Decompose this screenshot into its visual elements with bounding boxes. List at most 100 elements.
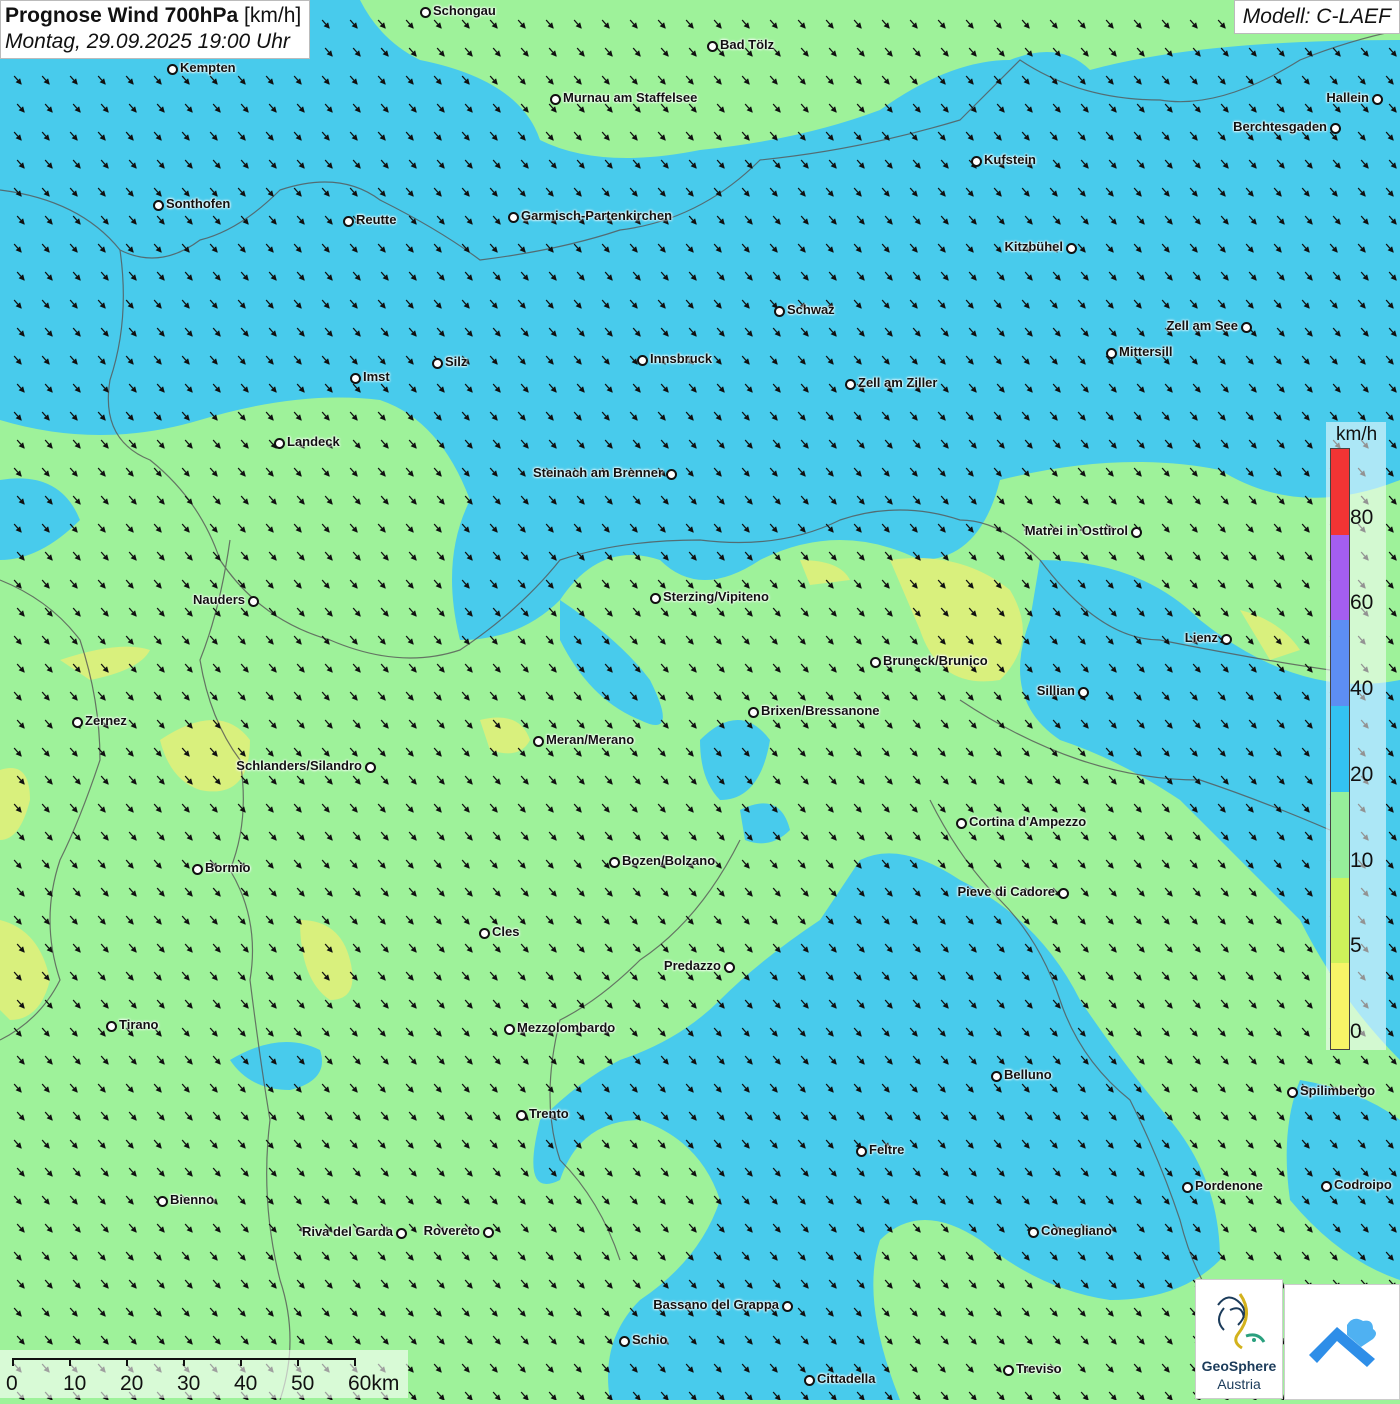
city-label: Tirano — [119, 1017, 159, 1032]
city-marker — [956, 818, 967, 829]
city-marker — [1330, 123, 1341, 134]
city-marker — [248, 596, 259, 607]
city-label: Zell am See — [1166, 318, 1238, 333]
city-marker — [609, 857, 620, 868]
city-marker — [483, 1227, 494, 1238]
legend-color-segment — [1331, 534, 1349, 621]
scale-tick — [126, 1358, 128, 1366]
scale-tick — [12, 1358, 14, 1366]
city-label: Brixen/Bressanone — [761, 703, 880, 718]
legend-color-segment — [1331, 706, 1349, 792]
city-label: Matrei in Osttirol — [1024, 523, 1128, 538]
scale-label: 30 — [177, 1372, 201, 1395]
city-marker — [971, 156, 982, 167]
legend-unit: km/h — [1336, 424, 1378, 445]
scale-bar: 0 10 20 30 40 50 60km — [0, 1350, 408, 1398]
color-legend: km/h 80 60 40 20 10 5 0 — [1326, 422, 1386, 1050]
city-marker — [350, 373, 361, 384]
city-marker — [1287, 1087, 1298, 1098]
legend-tick-label: 20 — [1350, 762, 1374, 786]
geosphere-logo-icon — [1217, 1293, 1266, 1350]
city-marker — [1321, 1181, 1332, 1192]
city-marker — [845, 379, 856, 390]
scale-tick — [240, 1358, 242, 1366]
city-label: Imst — [363, 369, 390, 384]
city-label: Bozen/Bolzano — [622, 853, 716, 868]
city-marker — [508, 212, 519, 223]
city-marker — [274, 438, 285, 449]
city-marker — [153, 200, 164, 211]
city-label: Riva del Garda — [301, 1224, 393, 1239]
city-marker — [1131, 527, 1142, 538]
city-marker — [72, 717, 83, 728]
app-logo[interactable] — [1284, 1284, 1400, 1400]
city-marker — [782, 1301, 793, 1312]
city-label: Rovereto — [423, 1223, 480, 1238]
city-marker — [804, 1375, 815, 1386]
city-label: Sterzing/Vipiteno — [663, 589, 769, 604]
city-label: Codroipo — [1334, 1177, 1392, 1192]
city-marker — [1106, 348, 1117, 359]
legend-tick-label: 60 — [1350, 591, 1374, 615]
city-label: Berchtesgaden — [1233, 119, 1327, 134]
city-label: Reutte — [356, 212, 397, 227]
scale-label: 60km — [348, 1372, 400, 1395]
city-marker — [420, 7, 431, 18]
city-label: Spilimbergo — [1300, 1083, 1376, 1098]
city-label: Nauders — [192, 592, 245, 607]
legend-colorbar — [1330, 448, 1350, 1050]
city-label: Cittadella — [817, 1371, 876, 1386]
scale-tick — [297, 1358, 299, 1366]
city-marker — [396, 1228, 407, 1239]
city-label: Garmisch-Partenkirchen — [521, 208, 673, 223]
city-marker — [1003, 1365, 1014, 1376]
city-marker — [432, 358, 443, 369]
legend-color-segment — [1331, 963, 1349, 1049]
city-label: Bormio — [205, 860, 251, 875]
city-marker — [748, 707, 759, 718]
city-marker — [724, 962, 735, 973]
city-label: Sillian — [1036, 683, 1075, 698]
city-label: Pordenone — [1195, 1178, 1263, 1193]
legend-color-segment — [1331, 877, 1349, 964]
city-label: Meran/Merano — [546, 732, 635, 747]
scale-tick — [69, 1358, 71, 1366]
city-marker — [637, 355, 648, 366]
city-label: Sonthofen — [166, 196, 231, 211]
city-label: Kufstein — [984, 152, 1036, 167]
scale-label: 20 — [120, 1372, 144, 1395]
city-marker — [1241, 322, 1252, 333]
forecast-datetime: Montag, 29.09.2025 19:00 Uhr — [5, 30, 290, 53]
geosphere-logo[interactable]: GeoSphere Austria — [1195, 1279, 1283, 1399]
model-label: Modell: C-LAEF — [1233, 0, 1400, 34]
scale-label: 0 — [6, 1372, 18, 1395]
city-marker — [1078, 687, 1089, 698]
city-marker — [343, 216, 354, 227]
city-marker — [365, 762, 376, 773]
city-label: Trento — [529, 1106, 569, 1121]
city-label: Zell am Ziller — [858, 375, 938, 390]
scale-tick — [183, 1358, 185, 1366]
city-label: Schongau — [433, 3, 496, 18]
logo-subtitle: Austria — [1217, 1376, 1261, 1392]
legend-color-segment — [1331, 791, 1349, 878]
city-label: Schlanders/Silandro — [236, 758, 362, 773]
city-label: Pieve di Cadore — [957, 884, 1055, 899]
city-marker — [619, 1336, 630, 1347]
city-marker — [1066, 243, 1077, 254]
scale-label: 10 — [63, 1372, 87, 1395]
legend-tick-label: 10 — [1350, 848, 1374, 872]
legend-color-segment — [1331, 620, 1349, 707]
map-title: Prognose Wind 700hPa [km/h] — [5, 4, 302, 27]
legend-tick-label: 0 — [1350, 1020, 1362, 1043]
city-marker — [991, 1071, 1002, 1082]
city-label: Conegliano — [1041, 1223, 1112, 1238]
city-marker — [157, 1196, 168, 1207]
city-label: Mittersill — [1119, 344, 1173, 359]
city-label: Cortina d'Ampezzo — [969, 814, 1087, 829]
city-marker — [707, 41, 718, 52]
city-label: Kitzbühel — [1004, 239, 1064, 254]
city-label: Hallein — [1326, 90, 1369, 105]
city-marker — [504, 1024, 515, 1035]
city-label: Zernez — [85, 713, 127, 728]
